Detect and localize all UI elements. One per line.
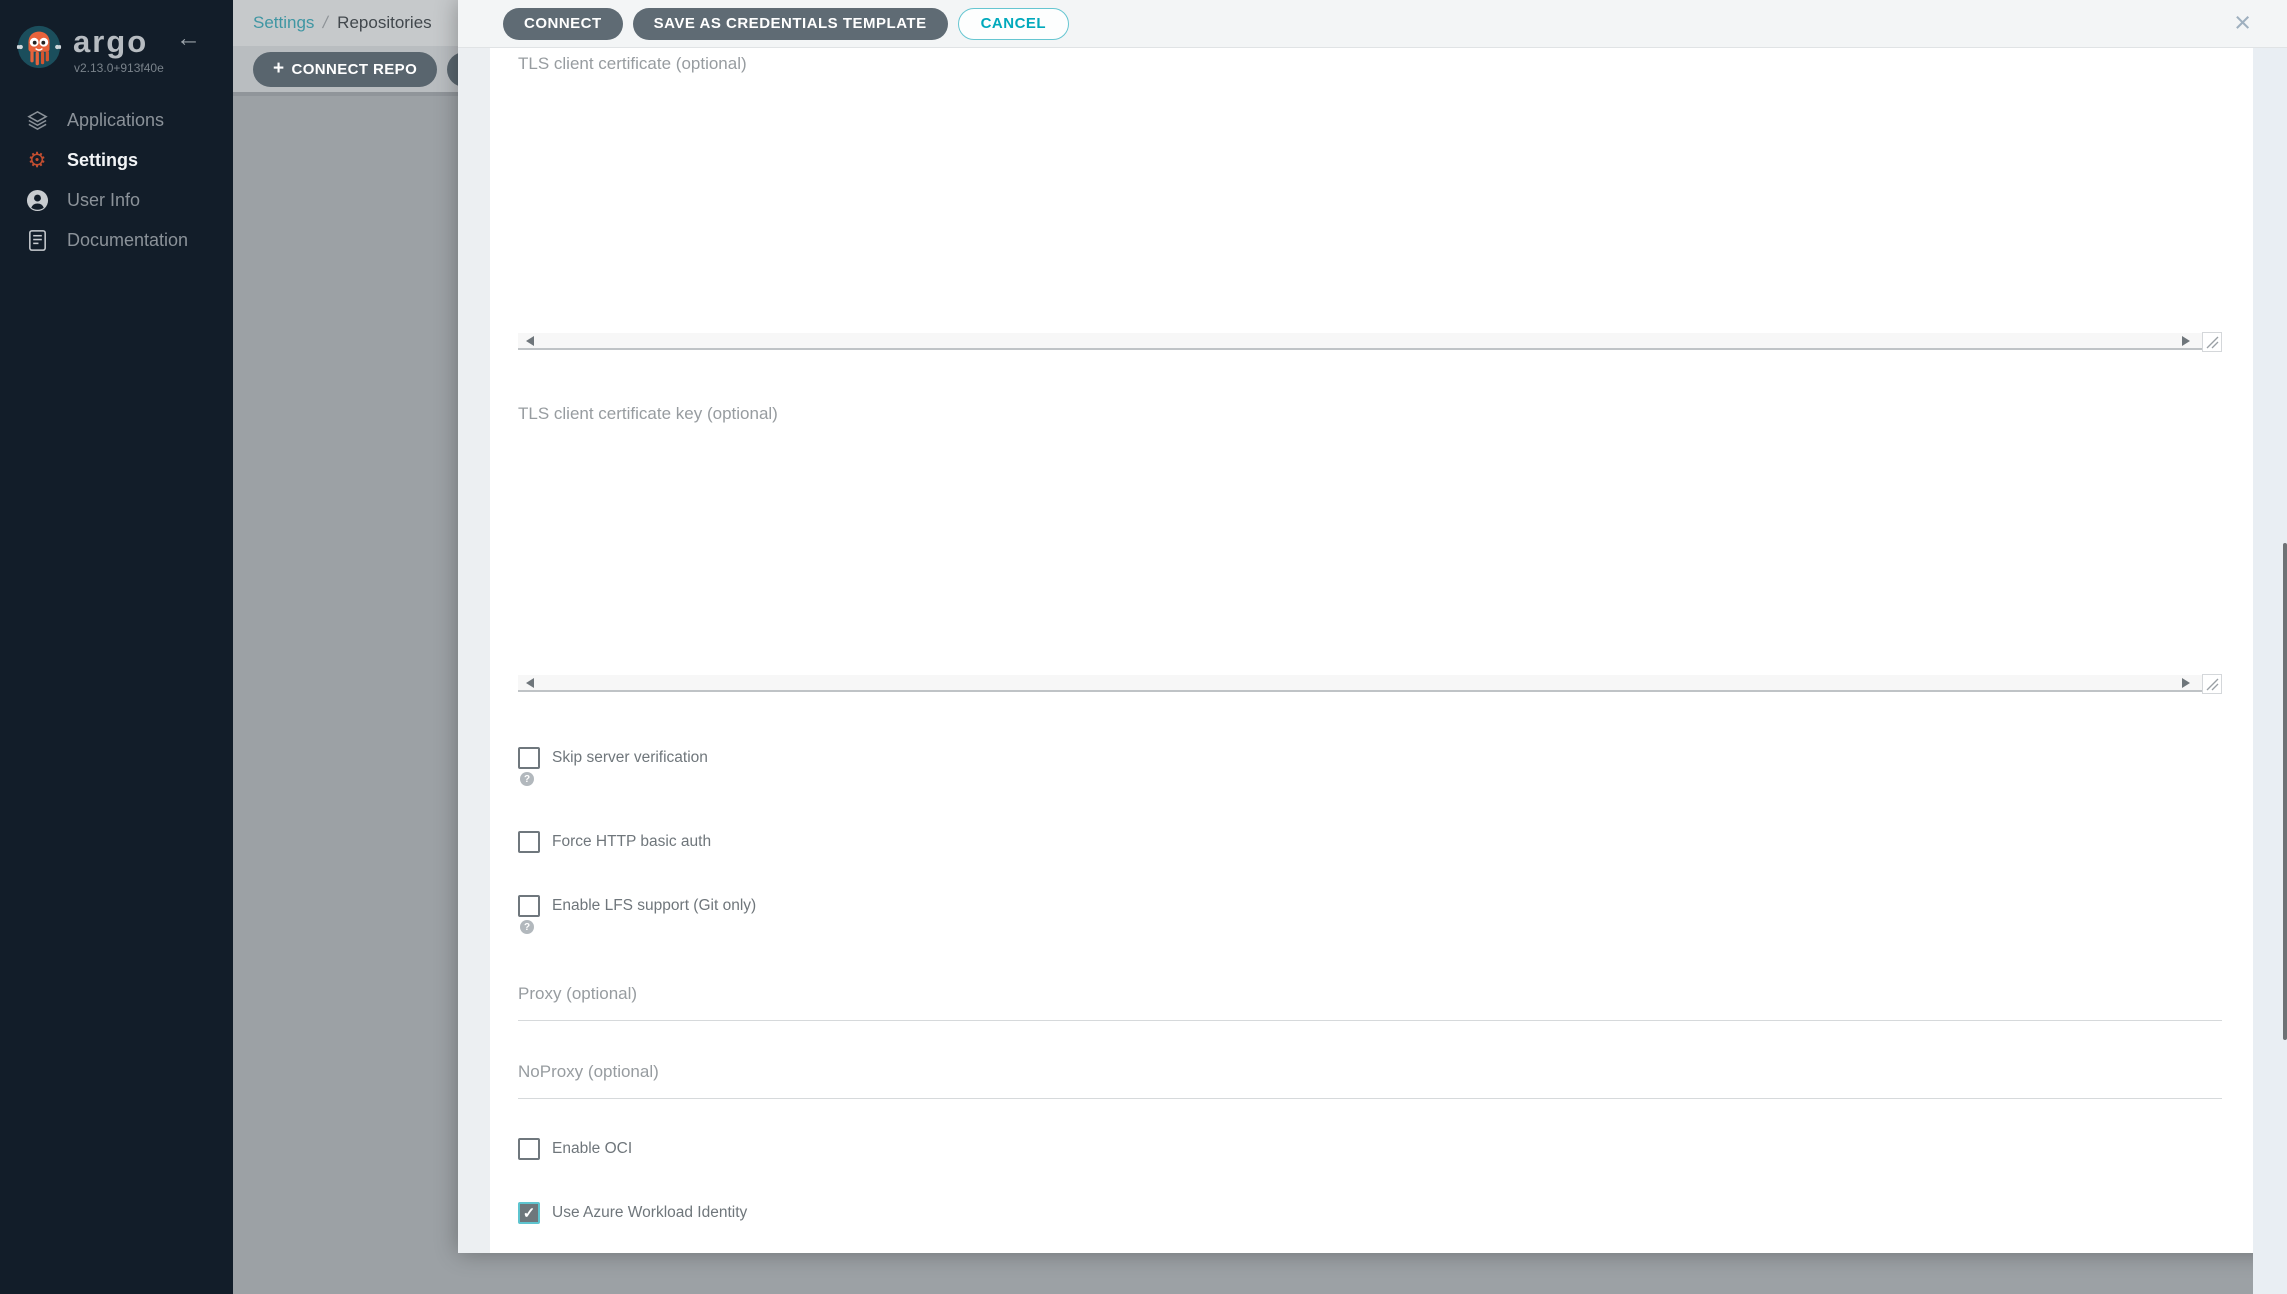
tls-cert-textarea[interactable] <box>518 86 2222 333</box>
page-scrollbar-track[interactable] <box>2253 48 2287 1294</box>
argocd-app: argo v2.13.0+913f40e ← Applications ⚙ Se… <box>0 0 2287 1294</box>
layers-icon <box>25 108 49 132</box>
sidebar-item-settings[interactable]: ⚙ Settings <box>0 140 233 180</box>
version-label: v2.13.0+913f40e <box>74 61 164 75</box>
scroll-right-icon[interactable] <box>2182 336 2190 346</box>
connect-button[interactable]: CONNECT <box>503 7 623 40</box>
sidebar-item-applications[interactable]: Applications <box>0 100 233 140</box>
force-http-basic-auth-checkbox[interactable]: ✓ Force HTTP basic auth <box>518 830 711 854</box>
page-scrollbar-thumb[interactable] <box>2283 543 2287 1040</box>
tls-key-field <box>518 436 2222 694</box>
sidebar-item-label: Documentation <box>67 229 189 250</box>
connect-repo-button[interactable]: + CONNECT REPO <box>253 51 438 87</box>
panel-toolbar: CONNECT SAVE AS CREDENTIALS TEMPLATE CAN… <box>458 0 2287 48</box>
cancel-button[interactable]: CANCEL <box>957 7 1070 40</box>
checkbox-box: ✓ <box>518 831 540 853</box>
enable-oci-checkbox[interactable]: ✓ Enable OCI <box>518 1137 632 1161</box>
checkbox-box: ✓ <box>518 1138 540 1160</box>
enable-lfs-checkbox[interactable]: ✓ Enable LFS support (Git only) <box>518 894 756 918</box>
close-icon[interactable]: × <box>2234 6 2251 41</box>
sidebar-item-user-info[interactable]: User Info <box>0 180 233 220</box>
argo-logo-icon <box>16 25 62 69</box>
connect-repo-form: TLS client certificate (optional) TLS cl… <box>490 48 2254 1253</box>
checkbox-box: ✓ <box>518 747 540 769</box>
skip-server-verification-checkbox[interactable]: ✓ Skip server verification <box>518 746 708 770</box>
checkbox-label: Use Azure Workload Identity <box>552 1204 748 1221</box>
sidebar-nav: Applications ⚙ Settings User Info Docume… <box>0 100 233 260</box>
tls-cert-field <box>518 86 2222 352</box>
plus-icon: + <box>273 58 285 79</box>
resize-grip-icon[interactable] <box>2202 332 2222 352</box>
checkbox-label: Enable LFS support (Git only) <box>552 897 757 914</box>
help-icon[interactable]: ? <box>520 772 534 786</box>
scroll-left-icon[interactable] <box>526 336 534 346</box>
save-as-credentials-template-button[interactable]: SAVE AS CREDENTIALS TEMPLATE <box>632 7 948 40</box>
tls-key-textarea[interactable] <box>518 436 2222 675</box>
proxy-input[interactable] <box>518 990 2222 1021</box>
collapse-sidebar-icon[interactable]: ← <box>176 24 201 53</box>
resize-grip-icon[interactable] <box>2202 674 2222 694</box>
help-icon[interactable]: ? <box>520 920 534 934</box>
gear-icon: ⚙ <box>27 148 47 172</box>
sidebar-item-documentation[interactable]: Documentation <box>0 220 233 260</box>
connect-repo-panel: CONNECT SAVE AS CREDENTIALS TEMPLATE CAN… <box>458 0 2287 1253</box>
use-azure-workload-identity-checkbox[interactable]: ✓ Use Azure Workload Identity <box>518 1201 747 1225</box>
breadcrumb-current: Repositories <box>337 13 432 32</box>
check-icon: ✓ <box>522 1205 536 1222</box>
checkbox-label: Enable OCI <box>552 1140 633 1157</box>
sidebar-item-label: User Info <box>67 189 141 210</box>
argo-wordmark: argo <box>73 24 149 59</box>
connect-repo-label: CONNECT REPO <box>291 60 418 78</box>
breadcrumb-separator: / <box>321 13 331 32</box>
checkbox-label: Skip server verification <box>552 749 708 766</box>
tls-key-hscrollbar[interactable] <box>518 675 2222 690</box>
scroll-right-icon[interactable] <box>2182 678 2190 688</box>
checkbox-label: Force HTTP basic auth <box>552 833 712 850</box>
breadcrumb-settings-link[interactable]: Settings <box>253 13 314 33</box>
sidebar-item-label: Settings <box>67 149 139 170</box>
checkbox-box: ✓ <box>518 895 540 917</box>
tls-key-label: TLS client certificate key (optional) <box>518 404 778 423</box>
scroll-left-icon[interactable] <box>526 678 534 688</box>
user-icon <box>25 188 49 212</box>
tls-cert-label: TLS client certificate (optional) <box>518 54 747 73</box>
docs-icon <box>25 228 49 252</box>
tls-cert-hscrollbar[interactable] <box>518 333 2222 348</box>
sidebar: argo v2.13.0+913f40e ← Applications ⚙ Se… <box>0 0 233 1294</box>
noproxy-input[interactable] <box>518 1068 2222 1099</box>
sidebar-item-label: Applications <box>67 109 165 130</box>
checkbox-box: ✓ <box>518 1202 540 1224</box>
